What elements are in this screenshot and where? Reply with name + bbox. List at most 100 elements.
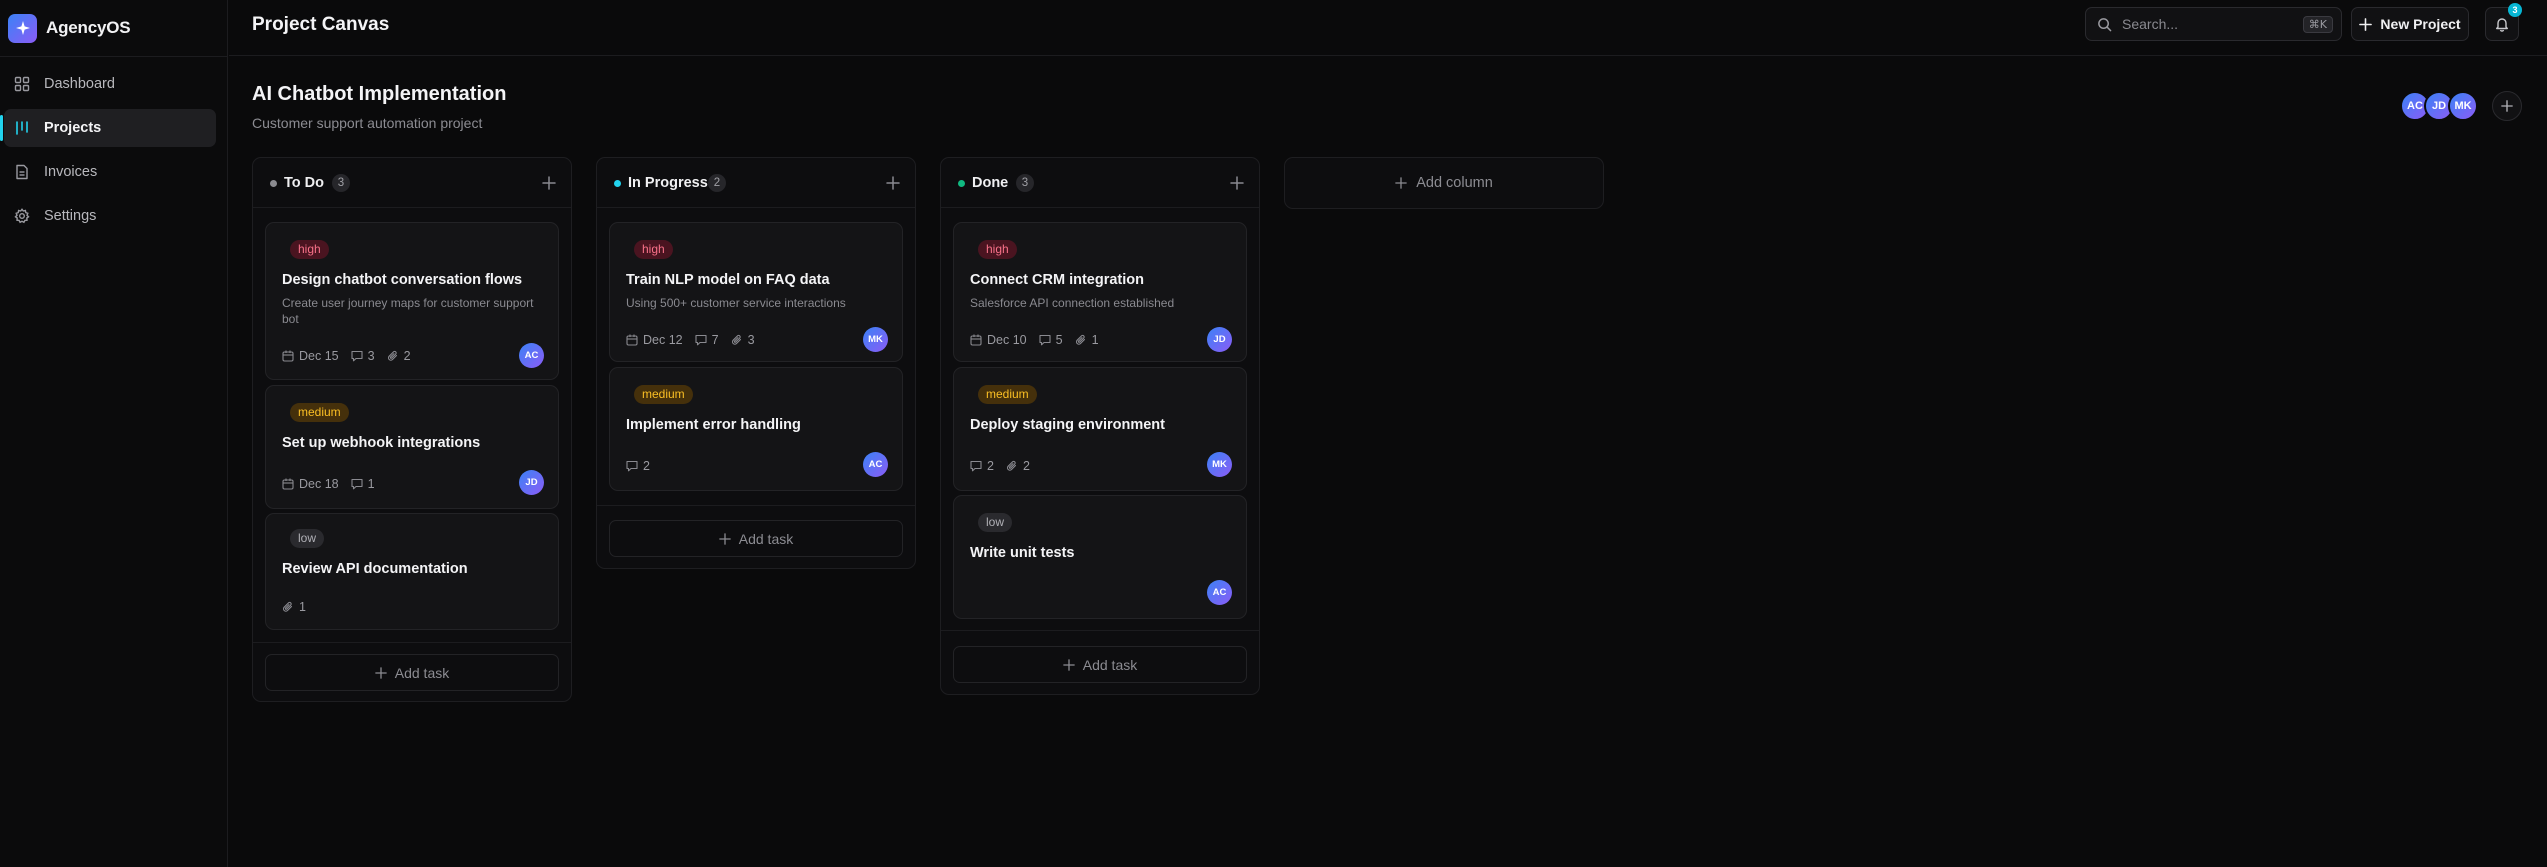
card-meta: Dec 15 3 2: [282, 348, 423, 364]
attachment-count-text: 1: [299, 600, 306, 614]
calendar-icon: [970, 334, 982, 346]
search-shortcut: ⌘K: [2302, 16, 2333, 33]
column-header: To Do 3: [253, 158, 571, 208]
column-in-progress: In Progress 2 high Train NLP model on FA…: [596, 157, 916, 569]
comment-icon: [1039, 334, 1051, 346]
sidebar-item-settings[interactable]: Settings: [4, 197, 216, 235]
status-dot: [958, 180, 965, 187]
add-task-button[interactable]: Add task: [265, 654, 559, 691]
plus-icon: [1395, 177, 1407, 189]
calendar-icon: [626, 334, 638, 346]
notifications-button[interactable]: 3: [2485, 3, 2522, 41]
attachment-count-text: 2: [403, 349, 411, 363]
grid-icon: [14, 76, 30, 92]
task-card[interactable]: high Train NLP model on FAQ data Using 5…: [609, 222, 903, 362]
sidebar-item-invoices[interactable]: Invoices: [4, 153, 216, 191]
column-divider: [253, 642, 571, 643]
new-project-button[interactable]: New Project: [2351, 7, 2469, 41]
plus-icon: [718, 532, 731, 545]
card-meta: Dec 12 7 3: [626, 332, 767, 348]
plus-icon[interactable]: [1229, 175, 1245, 191]
notification-badge: 3: [2508, 3, 2522, 17]
attachment-count-text: 3: [747, 333, 755, 347]
card-title: Deploy staging environment: [970, 417, 1165, 433]
paperclip-icon: [731, 334, 741, 345]
priority-badge: medium: [634, 385, 693, 404]
comment-count: 7: [695, 333, 719, 347]
task-card[interactable]: medium Set up webhook integrations Dec 1…: [265, 385, 559, 509]
column-title: Done: [972, 175, 1009, 191]
plus-icon: [2501, 100, 2513, 112]
column-divider: [941, 630, 1259, 631]
task-card[interactable]: low Review API documentation 1: [265, 513, 559, 630]
column-title: To Do: [284, 175, 324, 191]
project-title: AI Chatbot Implementation: [252, 83, 507, 105]
card-title: Design chatbot conversation flows: [282, 272, 523, 288]
sidebar-item-dashboard[interactable]: Dashboard: [4, 65, 216, 103]
kanban-icon: [16, 121, 28, 135]
comment-count: 2: [970, 459, 994, 473]
top-bar: Project Canvas ⌘K New Project 3: [229, 0, 2547, 56]
add-member-button[interactable]: [2492, 91, 2522, 121]
due-date: Dec 10: [970, 333, 1027, 347]
due-date: Dec 18: [282, 477, 339, 491]
sidebar-item-label: Projects: [44, 120, 102, 136]
task-card[interactable]: medium Implement error handling 2 AC: [609, 367, 903, 491]
assignee-avatar[interactable]: AC: [863, 452, 888, 477]
search-box[interactable]: ⌘K: [2085, 7, 2342, 41]
plus-icon: [2359, 17, 2373, 31]
comment-icon: [351, 478, 363, 490]
card-title: Train NLP model on FAQ data: [626, 272, 830, 288]
search-input[interactable]: [2122, 14, 2272, 34]
comment-count: 3: [351, 349, 375, 363]
assignee-avatar[interactable]: AC: [519, 343, 544, 368]
sidebar-item-projects[interactable]: Projects: [0, 109, 216, 147]
status-dot: [270, 180, 277, 187]
brand[interactable]: AgencyOS: [8, 12, 131, 44]
add-task-label: Add task: [738, 530, 794, 547]
plus-icon[interactable]: [541, 175, 557, 191]
add-task-button[interactable]: Add task: [609, 520, 903, 557]
task-card[interactable]: high Connect CRM integration Salesforce …: [953, 222, 1247, 362]
sidebar-item-label: Dashboard: [44, 76, 115, 92]
paperclip-icon: [387, 350, 397, 361]
paperclip-icon: [1006, 460, 1017, 471]
column-divider: [597, 505, 915, 506]
sidebar-item-label: Settings: [44, 208, 97, 224]
add-task-label: Add task: [1082, 656, 1138, 673]
calendar-icon: [282, 350, 294, 362]
attachment-count: 1: [1075, 333, 1099, 347]
column-header: Done 3: [941, 158, 1259, 208]
attachment-count-text: 2: [1022, 459, 1030, 473]
plus-icon[interactable]: [885, 175, 901, 191]
assignee-avatar[interactable]: JD: [1207, 327, 1232, 352]
calendar-icon: [282, 478, 294, 490]
card-title: Set up webhook integrations: [282, 435, 481, 451]
priority-badge: high: [978, 240, 1017, 259]
card-title: Implement error handling: [626, 417, 801, 433]
add-task-button[interactable]: Add task: [953, 646, 1247, 683]
file-icon: [16, 164, 28, 180]
assignee-avatar[interactable]: MK: [863, 327, 888, 352]
add-column-button[interactable]: Add column: [1284, 157, 1604, 209]
add-column-label: Add column: [1416, 175, 1493, 191]
paperclip-icon: [1075, 334, 1085, 345]
comment-icon: [695, 334, 707, 346]
app-name: AgencyOS: [46, 18, 131, 37]
due-date-text: Dec 10: [987, 333, 1027, 347]
column-title: In Progress: [628, 175, 708, 191]
card-title: Review API documentation: [282, 561, 468, 577]
logo-icon: [8, 13, 37, 43]
assignee-avatar[interactable]: MK: [1207, 452, 1232, 477]
card-description: Salesforce API connection established: [970, 296, 1175, 310]
task-card[interactable]: low Write unit tests AC: [953, 495, 1247, 619]
priority-badge: medium: [290, 403, 349, 422]
task-card[interactable]: high Design chatbot conversation flows C…: [265, 222, 559, 380]
avatar[interactable]: MK: [2448, 91, 2478, 121]
assignee-avatar[interactable]: JD: [519, 470, 544, 495]
comment-count-text: 3: [367, 349, 375, 363]
attachment-count: 1: [282, 600, 306, 614]
priority-badge: high: [634, 240, 673, 259]
assignee-avatar[interactable]: AC: [1207, 580, 1232, 605]
task-card[interactable]: medium Deploy staging environment 2 2 MK: [953, 367, 1247, 491]
